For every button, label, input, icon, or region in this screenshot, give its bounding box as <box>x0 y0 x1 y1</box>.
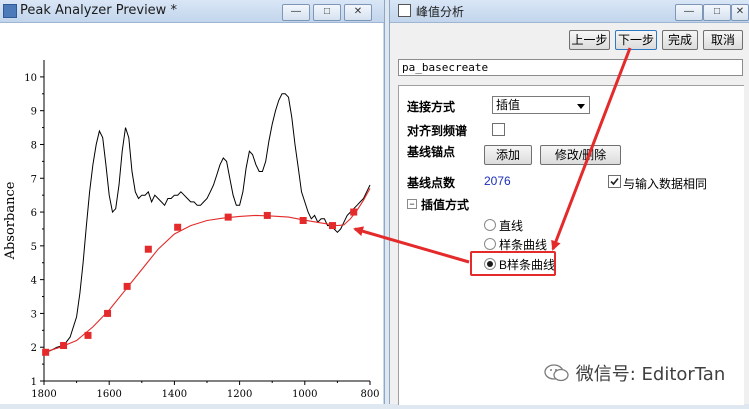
anchor-point-marker <box>174 223 182 231</box>
watermark-text: 微信号: EditorTan <box>575 364 726 385</box>
x-tick-label: 1400 <box>162 389 187 400</box>
finish-button[interactable]: 完成 <box>662 30 698 50</box>
y-axis-label: Absorbance <box>3 181 18 260</box>
close-button[interactable]: ✕ <box>344 4 372 21</box>
right-title-bar[interactable]: 峰值分析 — □ ✕ <box>390 0 749 23</box>
graph-page[interactable]: 1800 1600 1400 1200 1000 800 1 2 3 4 5 6 7 8 9 10 Absorb… <box>0 23 383 404</box>
baseline-line <box>43 188 371 353</box>
anchor-point-marker <box>224 213 232 221</box>
prev-button[interactable]: 上一步 <box>569 30 610 50</box>
radio-spline[interactable] <box>484 238 496 250</box>
connect-method-label: 连接方式 <box>407 100 456 114</box>
connect-method-value: 插值 <box>496 98 521 112</box>
y-tick-label: 7 <box>31 174 37 185</box>
anchor-point-marker <box>104 309 112 317</box>
align-to-spectrum-checkbox[interactable] <box>492 123 505 136</box>
next-button[interactable]: 下一步 <box>615 30 657 50</box>
y-tick-label: 4 <box>31 276 37 287</box>
maximize-button[interactable]: □ <box>313 4 341 21</box>
absorbance-chart[interactable]: 1800 1600 1400 1200 1000 800 1 2 3 4 5 6 7 8 9 10 Absorb… <box>0 23 383 404</box>
modify-delete-button[interactable]: 修改/删除 <box>540 145 621 165</box>
x-tick-label: 1800 <box>31 389 56 400</box>
highlight-box <box>470 251 556 276</box>
same-as-input-label: 与输入数据相同 <box>623 177 708 191</box>
radio-linear-label: 直线 <box>499 219 524 233</box>
cancel-button[interactable]: 取消 <box>703 30 743 50</box>
dialog-minimize-button[interactable]: — <box>675 4 703 21</box>
peak-analysis-dialog: 峰值分析 — □ ✕ 上一步 下一步 完成 取消 pa_basecreate 连… <box>389 0 749 405</box>
x-tick-label: 1200 <box>227 389 252 400</box>
graph-window-icon <box>3 4 17 18</box>
y-tick-label: 10 <box>24 73 37 84</box>
wechat-icon <box>544 364 569 382</box>
peak-analyzer-preview-window: Peak Analyzer Preview * — □ ✕ 1800 1600 14… <box>0 0 385 404</box>
y-tick-label: 3 <box>31 309 37 320</box>
dialog-maximize-button[interactable]: □ <box>703 4 731 21</box>
baseline-points-value: 2076 <box>484 174 511 188</box>
same-as-input-checkbox[interactable] <box>608 175 621 188</box>
checkmark-icon <box>610 177 619 186</box>
y-tick-label: 5 <box>31 242 37 253</box>
x-tick-label: 1600 <box>96 389 121 400</box>
add-anchor-button[interactable]: 添加 <box>484 145 532 165</box>
anchor-point-marker <box>42 348 50 356</box>
x-tick-label: 800 <box>360 389 379 400</box>
minimize-button[interactable]: — <box>282 4 310 21</box>
y-tick-label: 9 <box>31 107 37 118</box>
y-tick-label: 8 <box>31 140 37 151</box>
chevron-down-icon <box>577 104 585 109</box>
command-field[interactable]: pa_basecreate <box>398 59 743 76</box>
anchor-point-marker <box>84 331 92 339</box>
baseline-points-label: 基线点数 <box>407 176 456 190</box>
dialog-close-button[interactable]: ✕ <box>731 4 749 21</box>
anchor-point-marker <box>263 211 271 219</box>
y-tick-label: 6 <box>31 208 37 219</box>
dialog-icon <box>398 4 411 17</box>
align-to-spectrum-label: 对齐到频谱 <box>407 124 468 138</box>
collapse-icon[interactable]: − <box>407 199 417 209</box>
dialog-title: 峰值分析 <box>416 5 465 19</box>
anchor-point-marker <box>144 245 152 253</box>
watermark: 微信号: EditorTan <box>544 360 725 386</box>
anchor-point-marker <box>299 217 307 224</box>
left-title-bar[interactable]: Peak Analyzer Preview * — □ ✕ <box>0 0 384 23</box>
anchor-point-marker <box>329 222 337 230</box>
interpolation-method-label: 插值方式 <box>421 198 470 212</box>
anchor-point-marker <box>60 342 68 350</box>
anchor-point-marker <box>123 282 131 290</box>
connect-method-select[interactable]: 插值 <box>492 96 590 114</box>
x-tick-label: 1000 <box>292 389 317 400</box>
y-tick-label: 2 <box>31 343 37 354</box>
settings-panel: 连接方式 插值 对齐到频谱 基线锚点 添加 修改/删除 基线点数 2076 与输… <box>398 85 744 405</box>
anchor-point-marker <box>350 208 358 216</box>
left-window-title: Peak Analyzer Preview * <box>20 3 177 18</box>
baseline-anchor-label: 基线锚点 <box>407 145 456 159</box>
radio-linear[interactable] <box>484 219 496 231</box>
y-tick-label: 1 <box>31 377 37 388</box>
